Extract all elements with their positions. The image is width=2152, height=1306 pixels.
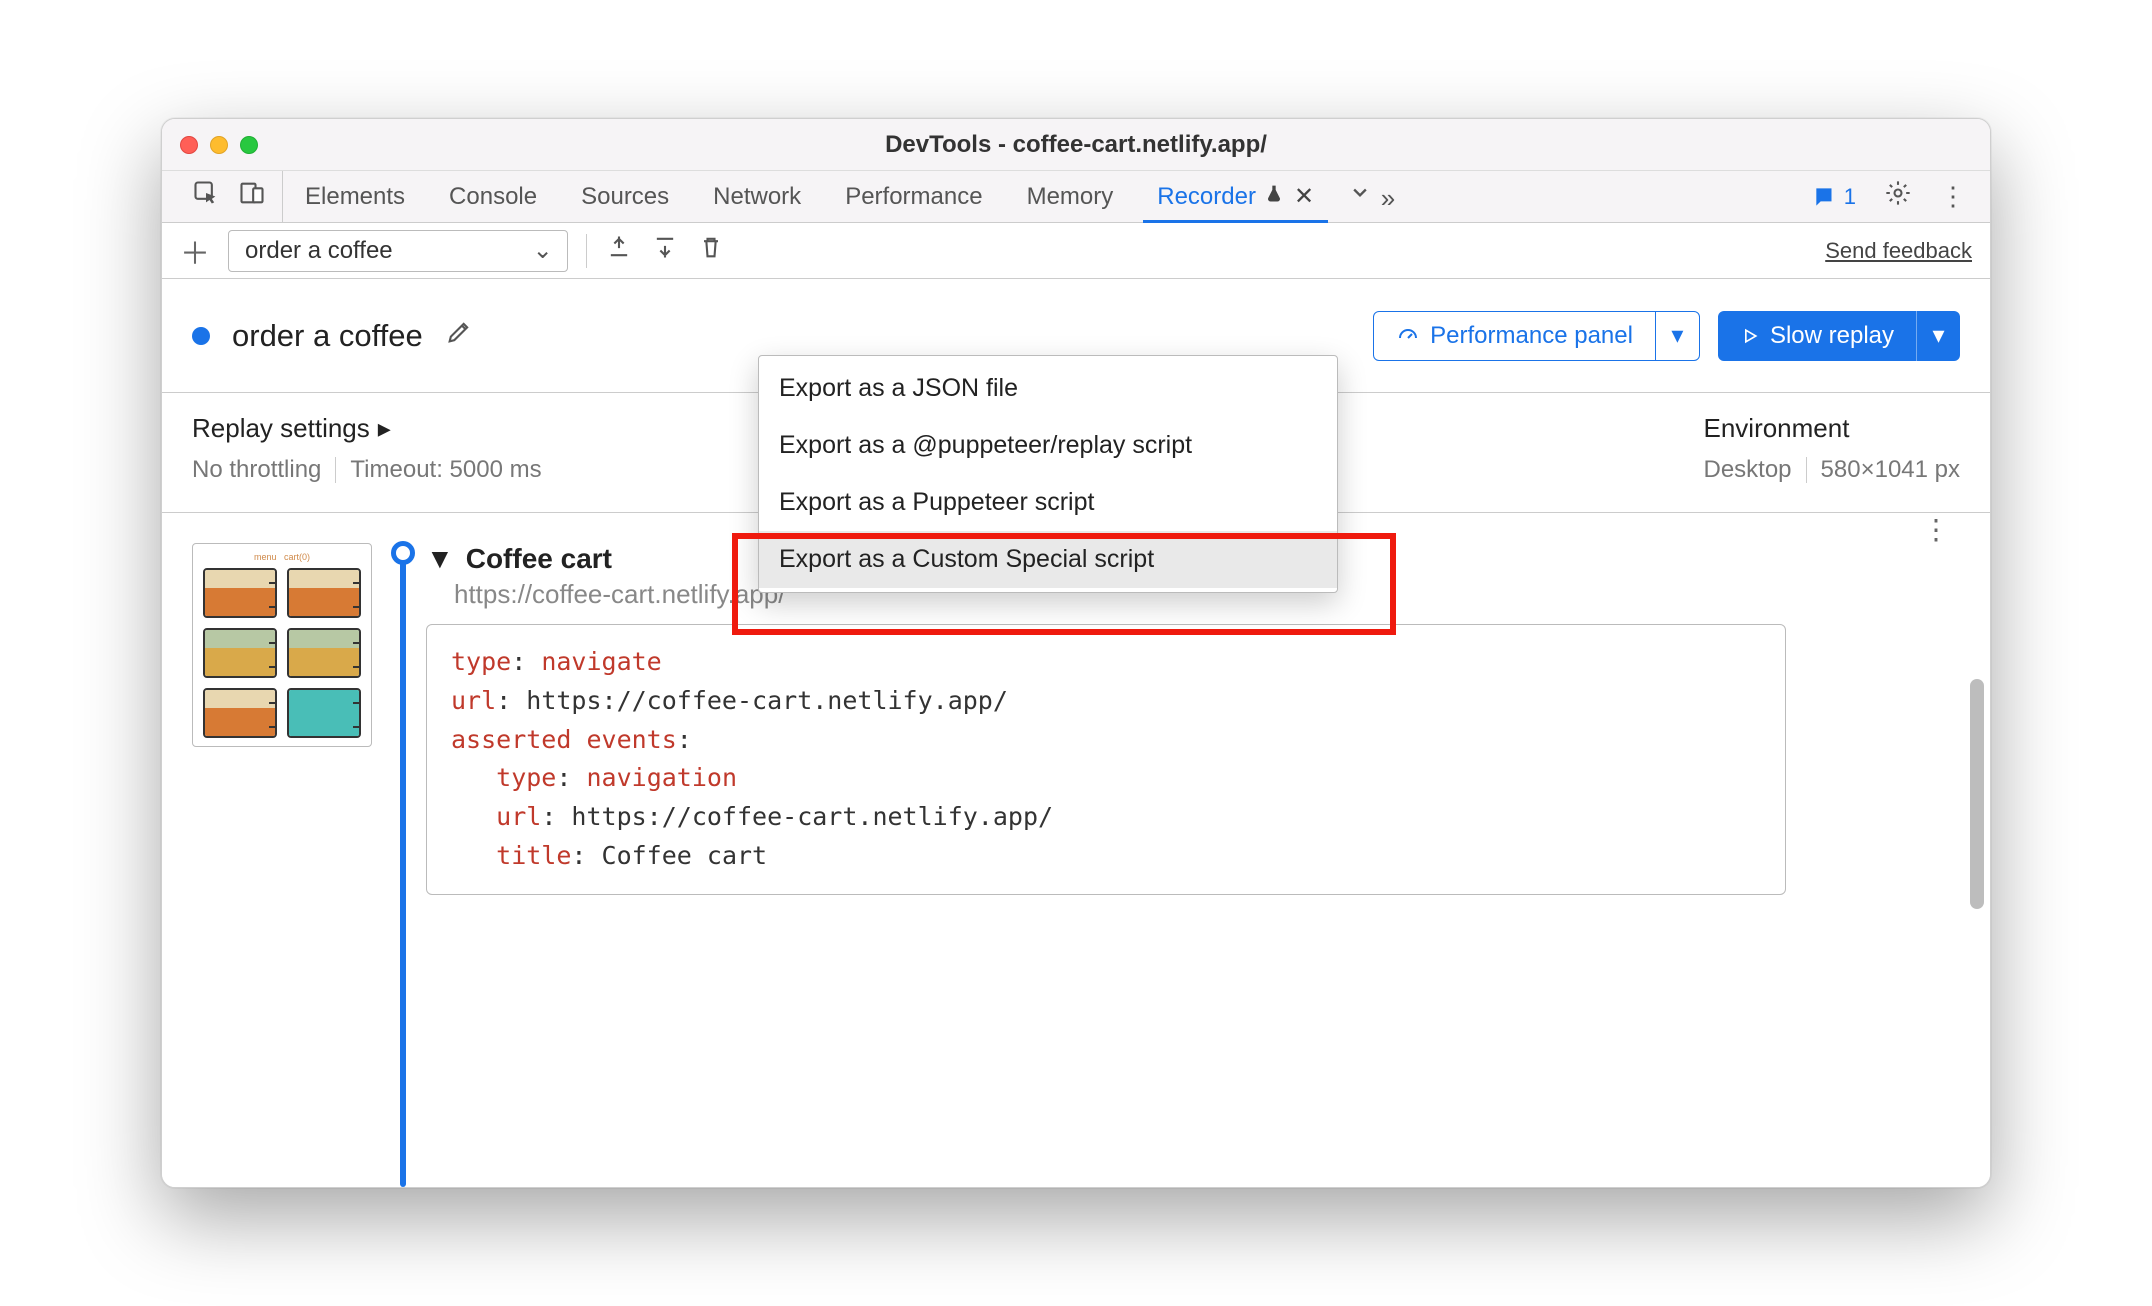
settings-gear-icon[interactable]	[1884, 179, 1912, 214]
kebab-menu-icon[interactable]: ⋮	[1940, 181, 1966, 212]
window-titlebar: DevTools - coffee-cart.netlify.app/	[162, 119, 1990, 171]
import-icon[interactable]	[605, 233, 633, 268]
throttling-value: No throttling	[192, 456, 321, 484]
slow-replay-label: Slow replay	[1770, 322, 1894, 350]
send-feedback-link[interactable]: Send feedback	[1825, 238, 1972, 264]
replay-settings-heading[interactable]: Replay settings	[192, 413, 370, 444]
tab-performance[interactable]: Performance	[823, 171, 1004, 222]
issues-indicator[interactable]: 1	[1812, 184, 1856, 210]
performance-panel-label: Performance panel	[1430, 322, 1633, 350]
timeout-value: Timeout: 5000 ms	[350, 456, 541, 484]
tab-elements[interactable]: Elements	[283, 171, 427, 222]
environment-viewport: 580×1041 px	[1821, 456, 1960, 484]
slow-replay-dropdown[interactable]: ▾	[1916, 311, 1960, 361]
tab-recorder[interactable]: Recorder ✕	[1135, 171, 1336, 222]
close-tab-icon[interactable]: ✕	[1294, 182, 1314, 211]
chevron-down-icon: ⌄	[533, 236, 553, 265]
more-tabs-icon[interactable]: »	[1336, 179, 1405, 214]
export-menu-item-custom-special[interactable]: Export as a Custom Special script	[759, 531, 1337, 588]
step-more-icon[interactable]: ⋮	[1922, 513, 1950, 546]
recording-title: order a coffee	[232, 318, 423, 354]
environment-device: Desktop	[1703, 456, 1791, 484]
inspect-element-icon[interactable]	[192, 179, 220, 214]
step-title: Coffee cart	[466, 543, 612, 575]
issues-count: 1	[1844, 184, 1856, 210]
recording-selector-label: order a coffee	[245, 237, 393, 265]
tab-console[interactable]: Console	[427, 171, 559, 222]
new-recording-icon[interactable]: ＋	[180, 229, 210, 273]
timeline: ▼ Coffee cart https://coffee-cart.netlif…	[400, 543, 1960, 1187]
recording-status-dot-icon	[192, 327, 210, 345]
window-title: DevTools - coffee-cart.netlify.app/	[162, 131, 1990, 159]
export-menu-item-puppeteer-replay[interactable]: Export as a @puppeteer/replay script	[759, 417, 1337, 474]
performance-panel-button[interactable]: Performance panel ▾	[1373, 311, 1700, 361]
disclosure-triangle-icon[interactable]: ▸	[378, 413, 391, 444]
experiment-flask-icon	[1264, 184, 1284, 210]
edit-title-icon[interactable]	[445, 318, 473, 353]
export-menu: Export as a JSON file Export as a @puppe…	[758, 355, 1338, 593]
tab-network[interactable]: Network	[691, 171, 823, 222]
tab-sources[interactable]: Sources	[559, 171, 691, 222]
recording-selector[interactable]: order a coffee ⌄	[228, 230, 568, 272]
step-expand-icon[interactable]: ▼	[426, 543, 454, 575]
recorder-toolbar: ＋ order a coffee ⌄ Send feedback	[162, 223, 1990, 279]
device-toolbar-icon[interactable]	[238, 179, 266, 214]
delete-icon[interactable]	[697, 233, 725, 268]
timeline-node-icon	[391, 541, 415, 565]
tab-memory[interactable]: Memory	[1005, 171, 1136, 222]
scrollbar-thumb[interactable]	[1970, 679, 1984, 909]
performance-panel-dropdown[interactable]: ▾	[1655, 312, 1699, 360]
step-code-block: type: navigate url: https://coffee-cart.…	[426, 624, 1786, 895]
export-menu-item-puppeteer[interactable]: Export as a Puppeteer script	[759, 474, 1337, 531]
slow-replay-button[interactable]: Slow replay ▾	[1718, 311, 1960, 361]
export-icon[interactable]	[651, 233, 679, 268]
environment-heading: Environment	[1703, 413, 1960, 444]
export-menu-item-json[interactable]: Export as a JSON file	[759, 360, 1337, 417]
step-thumbnail: menu cart(0)	[192, 543, 372, 1187]
devtools-tabstrip: Elements Console Sources Network Perform…	[162, 171, 1990, 223]
steps-area: menu cart(0)	[162, 513, 1990, 1187]
